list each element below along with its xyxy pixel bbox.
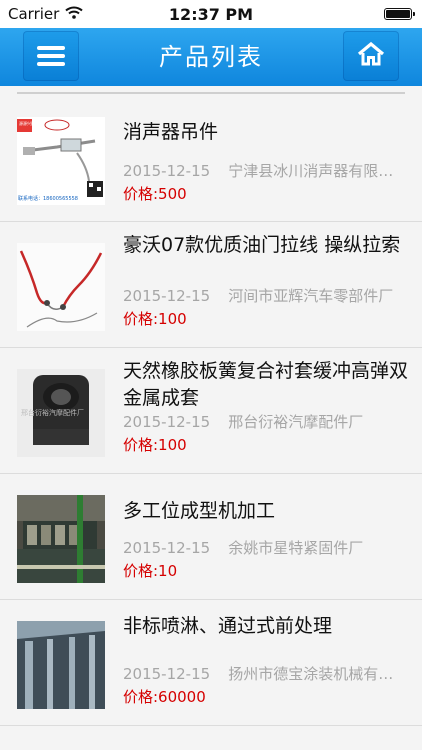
product-thumbnail	[17, 243, 105, 331]
product-item[interactable]: 多工位成型机加工 2015-12-15 余姚市星特紧固件厂 价格:10	[0, 474, 422, 600]
product-title[interactable]: 多工位成型机加工	[123, 498, 408, 525]
product-meta: 2015-12-15 余姚市星特紧固件厂	[123, 537, 408, 558]
product-meta: 2015-12-15 宁津县冰川消声器有限公司	[123, 160, 408, 181]
status-time: 12:37 PM	[168, 5, 254, 24]
home-icon	[356, 41, 386, 71]
home-button[interactable]	[343, 31, 399, 81]
battery-icon	[384, 8, 415, 20]
status-bar: Carrier 12:37 PM	[0, 0, 422, 28]
product-company: 余姚市星特紧固件厂	[228, 539, 364, 557]
product-title[interactable]: 天然橡胶板簧复合衬套缓冲高弹双金属成套	[123, 358, 408, 412]
product-price: 价格:60000	[123, 688, 206, 706]
product-meta: 2015-12-15 邢台衍裕汽摩配件厂	[123, 411, 408, 432]
product-item[interactable]: 非标喷淋、通过式前处理 2015-12-15 扬州市德宝涂装机械有限公司 价格:6…	[0, 600, 422, 726]
product-item[interactable]: 源源兴配 联系电话：18600565558 消声器吊件 2015-12-15 宁津…	[0, 96, 422, 222]
product-meta: 2015-12-15 河间市亚辉汽车零部件厂	[123, 285, 408, 306]
product-date: 2015-12-15	[123, 162, 211, 180]
list-top-divider	[17, 92, 405, 94]
product-date: 2015-12-15	[123, 665, 211, 683]
product-company: 河间市亚辉汽车零部件厂	[228, 287, 394, 305]
product-thumbnail	[17, 495, 105, 583]
thumb-badge-text: 源源兴配	[19, 120, 35, 126]
product-date: 2015-12-15	[123, 539, 211, 557]
product-price: 价格:500	[123, 185, 187, 203]
menu-button[interactable]	[23, 31, 79, 81]
product-company: 邢台衍裕汽摩配件厂	[228, 413, 364, 431]
product-meta: 2015-12-15 扬州市德宝涂装机械有限公司	[123, 663, 408, 684]
product-thumbnail: 邢台衍裕汽摩配件厂	[17, 369, 105, 457]
product-price: 价格:100	[123, 310, 187, 328]
thumb-phone-text: 联系电话：18600565558	[18, 195, 78, 202]
product-list[interactable]: 源源兴配 联系电话：18600565558 消声器吊件 2015-12-15 宁津…	[0, 86, 422, 750]
product-date: 2015-12-15	[123, 287, 211, 305]
product-title[interactable]: 非标喷淋、通过式前处理	[123, 613, 408, 640]
product-price: 价格:100	[123, 436, 187, 454]
product-title[interactable]: 消声器吊件	[123, 119, 408, 146]
thumb-watermark-text: 邢台衍裕汽摩配件厂	[21, 408, 84, 417]
navigation-bar: 产品列表	[0, 28, 422, 86]
product-item[interactable]: 邢台衍裕汽摩配件厂 天然橡胶板簧复合衬套缓冲高弹双金属成套 2015-12-15…	[0, 348, 422, 474]
product-thumbnail: 源源兴配 联系电话：18600565558	[17, 117, 105, 205]
product-date: 2015-12-15	[123, 413, 211, 431]
product-company: 扬州市德宝涂装机械有限公司	[228, 665, 408, 683]
product-company: 宁津县冰川消声器有限公司	[228, 162, 408, 180]
product-title[interactable]: 豪沃07款优质油门拉线 操纵拉索	[123, 232, 408, 259]
product-price: 价格:10	[123, 562, 178, 580]
product-item[interactable]: 豪沃07款优质油门拉线 操纵拉索 2015-12-15 河间市亚辉汽车零部件厂 价…	[0, 222, 422, 348]
hamburger-menu-icon	[37, 42, 65, 70]
product-thumbnail	[17, 621, 105, 709]
